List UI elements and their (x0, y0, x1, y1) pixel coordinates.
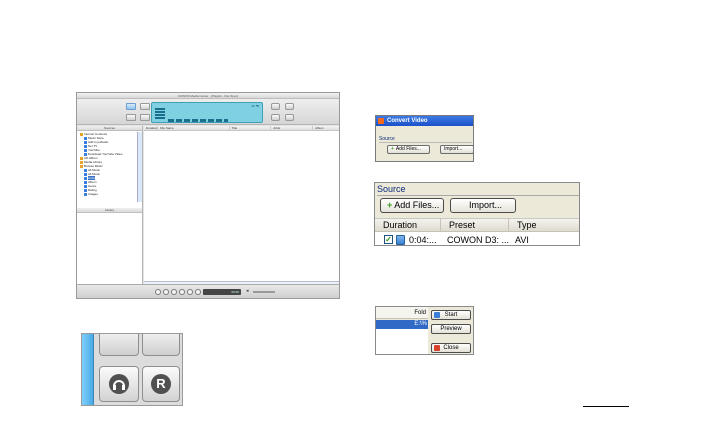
eject-button[interactable] (271, 103, 280, 110)
stop-icon[interactable] (195, 289, 201, 295)
row-preset: COWON D3: ... (447, 235, 510, 245)
next-icon[interactable] (187, 289, 193, 295)
add-icon: + (387, 200, 393, 210)
tree-item[interactable]: Images (80, 192, 142, 196)
source-divider (379, 142, 472, 143)
column-preset[interactable]: Preset (441, 219, 509, 232)
player-controls: 00:00 ◂ (77, 284, 339, 298)
import-button[interactable]: Import... (440, 145, 473, 154)
headphone-icon (109, 374, 129, 394)
start-icon (434, 312, 440, 318)
source-tree: Internet Contents Music Store Add to jetAu… (77, 131, 142, 196)
preview-label: Preview (440, 326, 462, 332)
source-label: Source (377, 184, 406, 194)
lcd-readout: 22 ℃ (251, 104, 259, 108)
add-files-label: Add Files... (394, 200, 440, 210)
upper-right-button[interactable] (142, 334, 180, 356)
add-files-label: Add Files... (395, 146, 421, 152)
close-label: Close (443, 345, 459, 351)
library-header: Library (77, 208, 142, 213)
preview-button[interactable]: Preview (431, 324, 471, 334)
lcd-display: 22 ℃ (151, 102, 263, 123)
import-label: Import... (469, 200, 503, 210)
app-icon (378, 118, 384, 124)
convert-actions-panel: Fold E:\% Start Preview Close (375, 306, 474, 355)
source-panel: Source + Add Files... Import... Duration … (374, 182, 580, 246)
column-artist[interactable]: Artist (271, 126, 314, 130)
list-area (376, 329, 428, 354)
selected-folder-row[interactable]: E:\% (376, 320, 428, 329)
row-type: AVI (515, 235, 529, 245)
tree-item-label: Images (88, 192, 98, 196)
import-label: Import... (444, 146, 463, 152)
column-album[interactable]: Album (313, 126, 339, 130)
add-files-button[interactable]: + Add Files... (380, 198, 444, 213)
dialog-titlebar: Convert Video (376, 116, 473, 126)
settings-button[interactable] (285, 103, 294, 110)
upper-left-button[interactable] (99, 334, 139, 356)
column-folder[interactable]: Fold (376, 307, 428, 319)
start-button[interactable]: Start (431, 310, 471, 320)
record-button[interactable] (285, 114, 294, 121)
spectrum-icon (155, 108, 165, 120)
convert-video-dialog: Convert Video Source + Add Files... Impor… (375, 115, 474, 162)
column-duration[interactable]: Duration (375, 219, 441, 232)
source-table: Duration Preset Type ✓ 0:04:... COWON D3… (375, 218, 579, 245)
folder-icon (80, 164, 83, 168)
column-duration[interactable]: Duration (144, 126, 158, 130)
dialog-title: Convert Video (387, 118, 428, 124)
sources-pane: Sources Internet Contents Music Store Add … (77, 126, 143, 286)
add-files-button[interactable]: + Add Files... (387, 145, 430, 154)
toolbar: 22 ℃ (77, 99, 339, 125)
start-label: Start (444, 312, 458, 318)
file-list: Duration File Name Title Artist Album (144, 126, 339, 286)
layout-button[interactable] (140, 103, 150, 110)
folder-icon (84, 192, 87, 196)
button-zoom-view: R (81, 333, 183, 406)
volume-icon: ◂ (246, 288, 249, 294)
view-mode-button[interactable] (126, 103, 136, 110)
prev-icon[interactable] (155, 289, 161, 295)
add-icon: + (391, 146, 394, 152)
lcd-mode-row (168, 119, 228, 122)
column-header-row: Duration File Name Title Artist Album (144, 126, 339, 131)
lcd-edge (82, 334, 94, 405)
row-duration: 0:04:... (409, 235, 437, 245)
import-button[interactable]: Import... (450, 198, 516, 213)
row-checkbox[interactable]: ✓ (384, 235, 393, 244)
position-display: 00:00 (203, 289, 241, 295)
headphone-button-large[interactable] (99, 366, 139, 402)
source-divider (377, 195, 579, 196)
record-icon: R (151, 374, 171, 394)
column-file-name[interactable]: File Name (158, 126, 230, 130)
column-type[interactable]: Type (509, 219, 579, 232)
play-icon[interactable] (171, 289, 177, 295)
volume-slider[interactable] (253, 291, 275, 293)
video-file-icon (396, 235, 405, 245)
page-rule (583, 406, 629, 407)
folder-icon (80, 132, 83, 136)
record-button-large[interactable]: R (142, 366, 180, 402)
options-button[interactable] (126, 114, 136, 121)
close-icon (434, 345, 440, 351)
position-readout: 00:00 (231, 290, 239, 294)
tree-scrollbar[interactable] (137, 132, 142, 202)
delete-button[interactable] (140, 114, 150, 121)
media-center-window: COWON Media Center - (Playlist - File Op… (76, 92, 340, 299)
close-button[interactable]: Close (431, 343, 471, 353)
forward-icon[interactable] (179, 289, 185, 295)
rewind-icon[interactable] (163, 289, 169, 295)
column-title[interactable]: Title (230, 126, 272, 130)
headphone-button[interactable] (271, 114, 280, 121)
